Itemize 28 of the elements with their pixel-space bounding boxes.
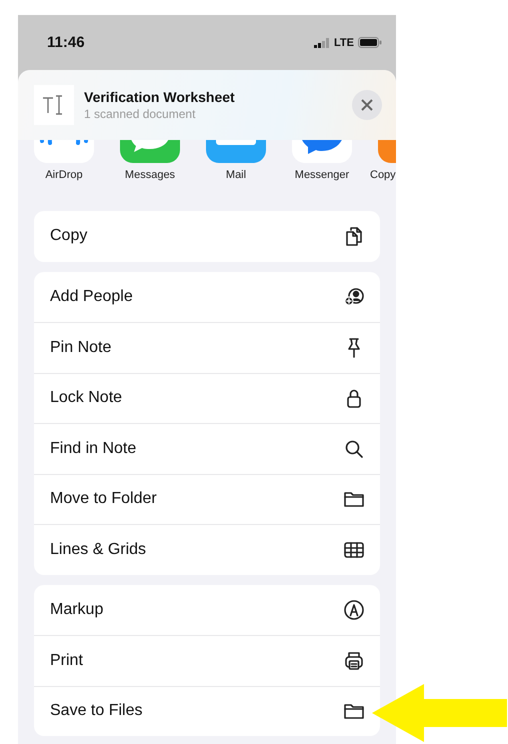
pen-circle-icon <box>342 598 366 622</box>
app-label[interactable]: AirDrop <box>45 169 83 181</box>
action-row[interactable]: Copy <box>34 211 380 262</box>
action-row[interactable]: Lock Note <box>34 372 380 423</box>
action-row[interactable]: Lines & Grids <box>34 524 380 574</box>
app-label[interactable]: Messenger <box>294 169 350 181</box>
action-row[interactable]: Save to Files <box>34 686 380 736</box>
action-row[interactable]: Move to Folder <box>34 474 380 524</box>
app-label[interactable]: Messages <box>124 169 176 181</box>
battery-icon <box>358 37 382 48</box>
close-icon <box>361 99 373 111</box>
envelope-icon[interactable] <box>206 140 266 163</box>
app-label[interactable]: Copy <box>370 169 396 181</box>
document-subtitle: 1 scanned document <box>84 107 196 121</box>
action-row[interactable]: Add People <box>34 272 380 322</box>
document-title: Verification Worksheet <box>84 89 236 105</box>
action-row[interactable]: Markup <box>34 584 380 635</box>
chat-bubble-icon[interactable] <box>120 140 180 163</box>
action-row[interactable]: Find in Note <box>34 423 380 474</box>
text-document-icon <box>34 85 74 125</box>
chat-bubble-icon[interactable] <box>292 140 352 163</box>
status-time: 11:46 <box>47 34 85 51</box>
network-label: LTE <box>334 36 354 48</box>
action-row[interactable]: Print <box>34 635 380 686</box>
signal-icon <box>314 38 330 48</box>
app-label[interactable]: Mail <box>226 169 246 181</box>
close-button[interactable] <box>352 90 382 120</box>
action-row[interactable]: Pin Note <box>34 322 380 372</box>
